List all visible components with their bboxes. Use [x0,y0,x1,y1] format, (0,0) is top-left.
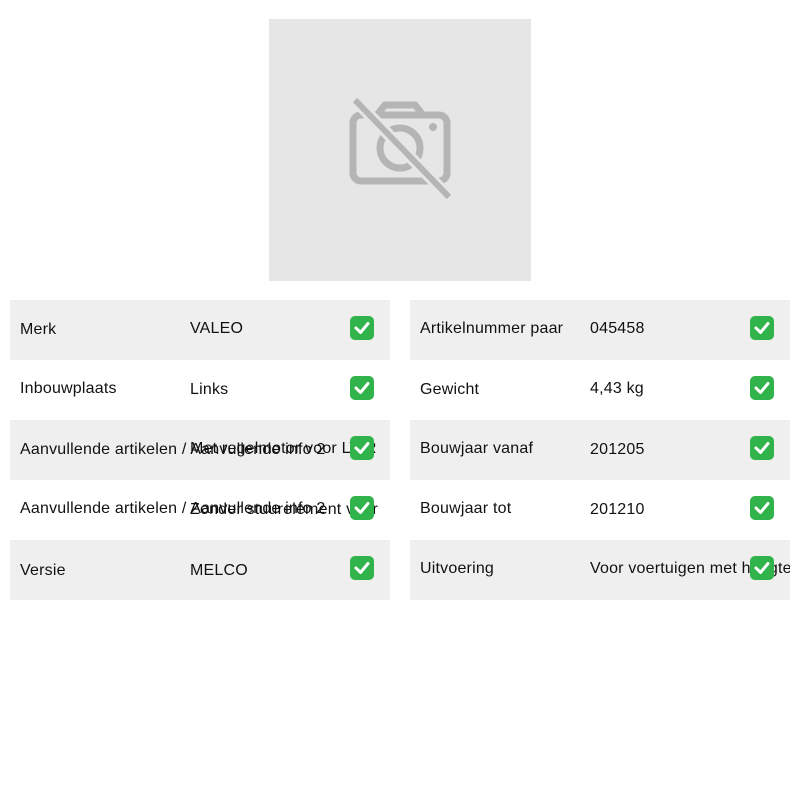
check-icon [350,316,374,340]
spec-row: Uitvoering Voor voertuigen met hoogtereg… [410,540,790,600]
specs-table-right: Artikelnummer paar 045458 Gewicht 4,43 k… [410,300,790,600]
spec-label: Bouwjaar vanaf [420,440,534,457]
spec-label: Inbouwplaats [20,380,117,397]
spec-row: Aanvullende artikelen / Aanvullende info… [10,420,390,480]
spec-row: Versie MELCO [10,540,390,600]
product-image-placeholder [269,19,531,281]
check-icon [750,556,774,580]
spec-row: Bouwjaar tot 201210 [410,480,790,540]
specs-table-left: Merk VALEO Inbouwplaats Links Aanvullend… [10,300,390,600]
spec-value: VALEO [190,320,244,337]
spec-label: Versie [20,562,66,579]
check-icon [750,496,774,520]
spec-label: Artikelnummer paar [420,320,564,337]
spec-label: Gewicht [420,381,480,398]
spec-row: Gewicht 4,43 kg [410,360,790,420]
spec-row: Merk VALEO [10,300,390,360]
spec-row: Inbouwplaats Links [10,360,390,420]
check-icon [750,316,774,340]
spec-value: 201205 [590,441,645,458]
spec-row: Aanvullende artikelen / Aanvullende info… [10,480,390,540]
check-icon [350,376,374,400]
spec-label: Bouwjaar tot [420,500,512,517]
check-icon [350,496,374,520]
check-icon [350,436,374,460]
spec-value: Met regelmotor voor LWR [190,440,377,457]
check-icon [350,556,374,580]
spec-label: Merk [20,321,57,338]
camera-off-icon [349,95,454,202]
check-icon [750,376,774,400]
spec-value: 201210 [590,501,645,518]
spec-label: Uitvoering [420,560,495,577]
spec-value: 4,43 kg [590,380,644,397]
spec-value: MELCO [190,562,248,579]
spec-row: Artikelnummer paar 045458 [410,300,790,360]
spec-value: Links [190,381,229,398]
spec-row: Bouwjaar vanaf 201205 [410,420,790,480]
check-icon [750,436,774,460]
spec-value: 045458 [590,320,645,337]
